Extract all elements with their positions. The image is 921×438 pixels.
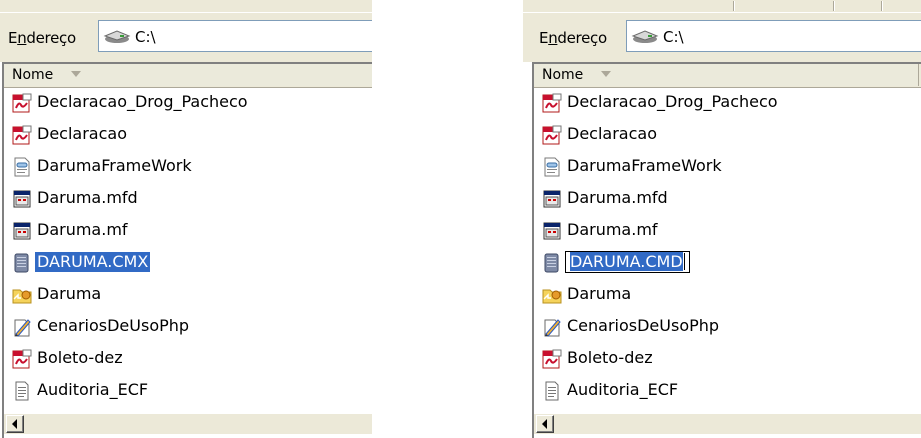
file-name: CenariosDeUsoPhp (567, 316, 720, 335)
sort-down-icon (71, 71, 81, 77)
file-row[interactable]: CenariosDeUsoPhp (534, 312, 921, 340)
pdf-icon (542, 93, 562, 113)
address-value: C:\ (663, 28, 684, 46)
file-name: Auditoria_ECF (567, 380, 679, 399)
address-label: Endereço (8, 29, 76, 47)
file-name: DarumaFrameWork (567, 156, 722, 175)
pdf-icon (542, 125, 562, 145)
horizontal-scrollbar[interactable] (4, 413, 372, 434)
pen-file-icon (542, 317, 562, 337)
column-header-bar: Nome (4, 64, 372, 88)
horizontal-scrollbar[interactable] (534, 413, 921, 434)
file-name: Boleto-dez (37, 348, 123, 367)
file-row[interactable]: DarumaFrameWork (4, 152, 372, 180)
file-name: DARUMA.CMX (35, 252, 151, 272)
file-row[interactable]: Boleto-dez (534, 344, 921, 372)
text-file-icon (542, 381, 562, 401)
pen-file-icon (12, 317, 32, 337)
file-row[interactable]: Auditoria_ECF (534, 376, 921, 404)
file-name: Daruma.mfd (37, 188, 138, 207)
address-field[interactable]: C:\ (626, 20, 921, 52)
file-row[interactable]: Boleto-dez (4, 344, 372, 372)
text-file-icon (12, 381, 32, 401)
drive-icon (631, 30, 659, 43)
scroll-left-button[interactable] (6, 415, 24, 433)
pdf-icon (542, 349, 562, 369)
window-file-icon (12, 221, 32, 241)
file-row[interactable]: DARUMA.CMD (534, 248, 921, 276)
file-row[interactable]: Daruma.mf (4, 216, 372, 244)
pdf-icon (12, 125, 32, 145)
explorer-window-renaming: Endereço C:\ Nome Declaracao_Drog_Pachec… (523, 0, 921, 438)
generic-file-icon (542, 253, 562, 273)
file-list[interactable]: Nome Declaracao_Drog_Pacheco Declaracao Da… (532, 62, 921, 438)
file-row[interactable]: Declaracao_Drog_Pacheco (534, 88, 921, 116)
address-bar: Endereço C:\ (523, 12, 921, 60)
file-name: Declaracao (37, 124, 127, 143)
file-row[interactable]: Auditoria_ECF (4, 376, 372, 404)
file-name: DarumaFrameWork (37, 156, 192, 175)
file-name: Auditoria_ECF (37, 380, 149, 399)
explorer-window-before-rename: Endereço C:\ Nome Declaracao_Drog_Pachec… (0, 0, 372, 438)
generic-file-icon (12, 253, 32, 273)
file-list[interactable]: Nome Declaracao_Drog_Pacheco Declaracao Da… (2, 62, 372, 438)
file-name: Daruma.mfd (567, 188, 668, 207)
file-name: Declaracao (567, 124, 657, 143)
drive-icon (103, 30, 131, 43)
file-row[interactable]: Daruma.mfd (4, 184, 372, 212)
file-name: Declaracao_Drog_Pacheco (567, 92, 778, 111)
file-row[interactable]: CenariosDeUsoPhp (4, 312, 372, 340)
file-row[interactable]: Daruma.mf (534, 216, 921, 244)
file-row[interactable]: DarumaFrameWork (534, 152, 921, 180)
file-row[interactable]: Declaracao (534, 120, 921, 148)
file-name: Daruma.mf (567, 220, 658, 239)
file-name: Daruma.mf (37, 220, 128, 239)
file-name: Daruma (37, 284, 102, 303)
window-file-icon (12, 189, 32, 209)
folder-shortcut-icon (542, 285, 562, 305)
column-header-bar: Nome (534, 64, 921, 88)
file-row[interactable]: Declaracao (4, 120, 372, 148)
arrow-left-icon (542, 419, 547, 429)
file-row[interactable]: Declaracao_Drog_Pacheco (4, 88, 372, 116)
file-name: Daruma (567, 284, 632, 303)
file-name: Boleto-dez (567, 348, 653, 367)
sort-down-icon (601, 71, 611, 77)
window-file-icon (542, 189, 562, 209)
config-file-icon (12, 157, 32, 177)
pdf-icon (12, 349, 32, 369)
config-file-icon (542, 157, 562, 177)
file-name: CenariosDeUsoPhp (37, 316, 190, 335)
address-bar: Endereço C:\ (0, 12, 372, 60)
address-label: Endereço (539, 29, 607, 47)
address-value: C:\ (135, 28, 156, 46)
column-header-name[interactable]: Nome (4, 64, 372, 86)
file-row[interactable]: Daruma (534, 280, 921, 308)
address-field[interactable]: C:\ (98, 20, 372, 52)
file-row[interactable]: DARUMA.CMX (4, 248, 372, 276)
column-header-name[interactable]: Nome (534, 64, 919, 86)
window-file-icon (542, 221, 562, 241)
pdf-icon (12, 93, 32, 113)
folder-shortcut-icon (12, 285, 32, 305)
rename-input[interactable]: DARUMA.CMD (565, 251, 690, 273)
file-row[interactable]: Daruma.mfd (534, 184, 921, 212)
column-header-label: Nome (542, 67, 584, 83)
file-row[interactable]: Daruma (4, 280, 372, 308)
column-header-label: Nome (12, 67, 54, 83)
arrow-left-icon (12, 419, 17, 429)
file-name: Declaracao_Drog_Pacheco (37, 92, 248, 111)
scroll-left-button[interactable] (536, 415, 554, 433)
